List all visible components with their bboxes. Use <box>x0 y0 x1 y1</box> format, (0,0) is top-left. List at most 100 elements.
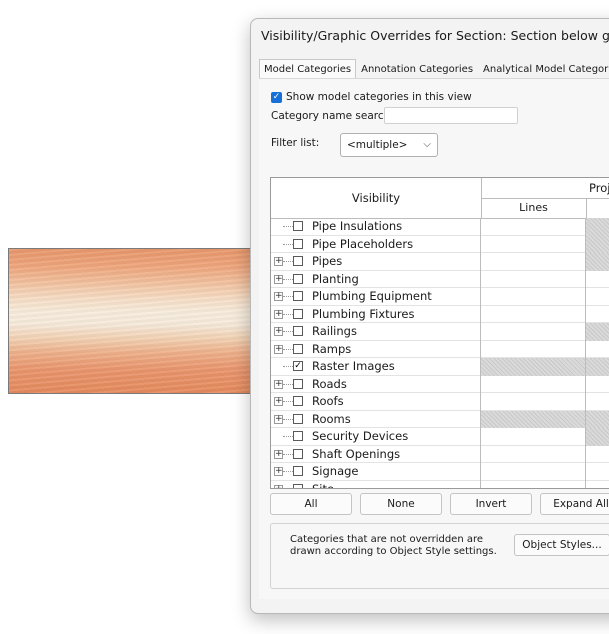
patterns-override-cell[interactable] <box>586 323 609 341</box>
visibility-checkbox[interactable] <box>293 273 303 284</box>
lines-override-cell[interactable] <box>481 393 586 411</box>
expand-plus-icon[interactable]: + <box>274 292 283 301</box>
table-row[interactable]: + Roads <box>271 375 609 394</box>
table-row[interactable]: + Plumbing Fixtures <box>271 305 609 324</box>
patterns-override-cell[interactable] <box>586 481 609 489</box>
tree-connector <box>283 226 293 227</box>
patterns-override-cell[interactable] <box>586 446 609 464</box>
lines-override-cell[interactable] <box>481 218 586 236</box>
table-row[interactable]: + Roofs <box>271 393 609 411</box>
table-row[interactable]: Security Devices <box>271 428 609 446</box>
expand-plus-icon[interactable]: + <box>274 274 283 284</box>
category-search-input[interactable] <box>384 107 518 124</box>
expand-all-button[interactable]: Expand All <box>540 493 609 515</box>
category-name-cell: + Signage <box>271 463 481 481</box>
patterns-override-cell[interactable] <box>586 235 609 253</box>
visibility-checkbox[interactable] <box>293 431 303 441</box>
column-header-lines[interactable]: Lines <box>481 198 587 219</box>
category-label: Site <box>312 481 335 489</box>
visibility-checkbox[interactable] <box>293 326 303 336</box>
lines-override-cell[interactable] <box>481 480 586 488</box>
visibility-checkbox[interactable] <box>293 466 303 476</box>
invert-button[interactable]: Invert <box>450 493 532 515</box>
show-model-categories-row[interactable]: ✓ Show model categories in this view <box>271 91 472 103</box>
patterns-override-cell[interactable] <box>586 358 609 376</box>
lines-override-cell[interactable] <box>481 305 586 323</box>
column-header-patterns[interactable] <box>586 198 609 219</box>
object-styles-button[interactable]: Object Styles... <box>514 534 609 556</box>
table-row[interactable]: + Planting <box>271 270 609 289</box>
patterns-override-cell[interactable] <box>586 410 609 428</box>
expand-plus-icon[interactable]: + <box>274 327 283 336</box>
table-row[interactable]: + Plumbing Equipment <box>271 288 609 306</box>
expand-plus-icon[interactable]: + <box>274 414 283 424</box>
expand-plus-icon[interactable]: + <box>274 344 283 354</box>
lines-override-cell[interactable] <box>481 463 586 481</box>
visibility-checkbox[interactable] <box>293 238 303 249</box>
visibility-checkbox[interactable] <box>293 291 303 301</box>
table-row[interactable]: + Railings <box>271 323 609 341</box>
category-label: Planting <box>312 271 359 286</box>
patterns-override-cell[interactable] <box>586 306 609 324</box>
patterns-override-cell[interactable] <box>586 376 609 394</box>
visibility-checkbox[interactable] <box>293 343 303 354</box>
table-row[interactable]: + Site <box>271 480 609 489</box>
lines-override-cell[interactable] <box>481 410 586 428</box>
table-row[interactable]: Pipe Placeholders <box>271 235 609 253</box>
patterns-override-cell[interactable] <box>586 428 609 446</box>
expand-plus-icon[interactable]: + <box>274 484 283 488</box>
patterns-override-cell[interactable] <box>586 463 609 481</box>
table-row[interactable]: + Rooms <box>271 410 609 428</box>
tab-annotation-categories[interactable]: Annotation Categories <box>356 59 478 79</box>
lines-override-cell[interactable] <box>481 235 586 253</box>
table-row[interactable]: + Shaft Openings <box>271 445 609 464</box>
visibility-checkbox[interactable] <box>293 221 303 231</box>
visibility-checkbox[interactable] <box>293 378 303 389</box>
visibility-checkbox[interactable] <box>293 448 303 459</box>
table-row[interactable]: Pipe Insulations <box>271 218 609 236</box>
lines-override-cell[interactable] <box>481 323 586 341</box>
tab-model-categories[interactable]: Model Categories <box>259 59 357 79</box>
expand-plus-icon[interactable]: + <box>274 257 283 266</box>
visibility-checkbox[interactable] <box>293 483 303 488</box>
lines-override-cell[interactable] <box>481 340 586 358</box>
expand-plus-icon[interactable]: + <box>274 449 283 459</box>
expand-plus-icon[interactable]: + <box>274 467 283 476</box>
lines-override-cell[interactable] <box>481 358 586 376</box>
category-name-cell: Pipe Placeholders <box>271 235 481 253</box>
select-all-button[interactable]: All <box>270 493 352 515</box>
table-row[interactable]: ✓ Raster Images <box>271 358 609 376</box>
patterns-override-cell[interactable] <box>586 393 609 411</box>
patterns-override-cell[interactable] <box>586 288 609 306</box>
tab-analytical-model-categories[interactable]: Analytical Model Categories <box>478 59 609 79</box>
lines-override-cell[interactable] <box>481 270 586 288</box>
visibility-checkbox[interactable] <box>293 413 303 424</box>
column-header-visibility[interactable]: Visibility <box>271 178 482 219</box>
visibility-checkbox[interactable] <box>293 396 303 406</box>
select-none-button[interactable]: None <box>360 493 442 515</box>
lines-override-cell[interactable] <box>481 375 586 393</box>
table-row[interactable]: + Pipes <box>271 253 609 271</box>
patterns-override-cell[interactable] <box>586 341 609 359</box>
expand-plus-icon[interactable]: + <box>274 309 283 319</box>
show-model-categories-checkbox[interactable]: ✓ <box>271 91 282 103</box>
lines-override-cell[interactable] <box>481 253 586 271</box>
lines-override-cell[interactable] <box>481 445 586 463</box>
patterns-override-cell[interactable] <box>586 218 609 236</box>
visibility-checkbox[interactable] <box>293 256 303 266</box>
patterns-override-cell[interactable] <box>586 253 609 271</box>
visibility-checkbox[interactable]: ✓ <box>293 361 303 371</box>
table-row[interactable]: + Signage <box>271 463 609 481</box>
expand-plus-icon[interactable]: + <box>274 379 283 389</box>
patterns-override-cell[interactable] <box>586 271 609 289</box>
category-name-cell: + Roofs <box>271 393 481 411</box>
category-label: Raster Images <box>312 359 395 373</box>
filter-list-select[interactable]: <multiple> ⌵ <box>340 133 438 157</box>
visibility-checkbox[interactable] <box>293 308 303 319</box>
dialog-title: Visibility/Graphic Overrides for Section… <box>261 28 609 43</box>
expand-plus-icon[interactable]: + <box>274 397 283 406</box>
table-row[interactable]: + Ramps <box>271 340 609 359</box>
lines-override-cell[interactable] <box>481 288 586 306</box>
lines-override-cell[interactable] <box>481 428 586 446</box>
tree-connector <box>283 471 293 472</box>
